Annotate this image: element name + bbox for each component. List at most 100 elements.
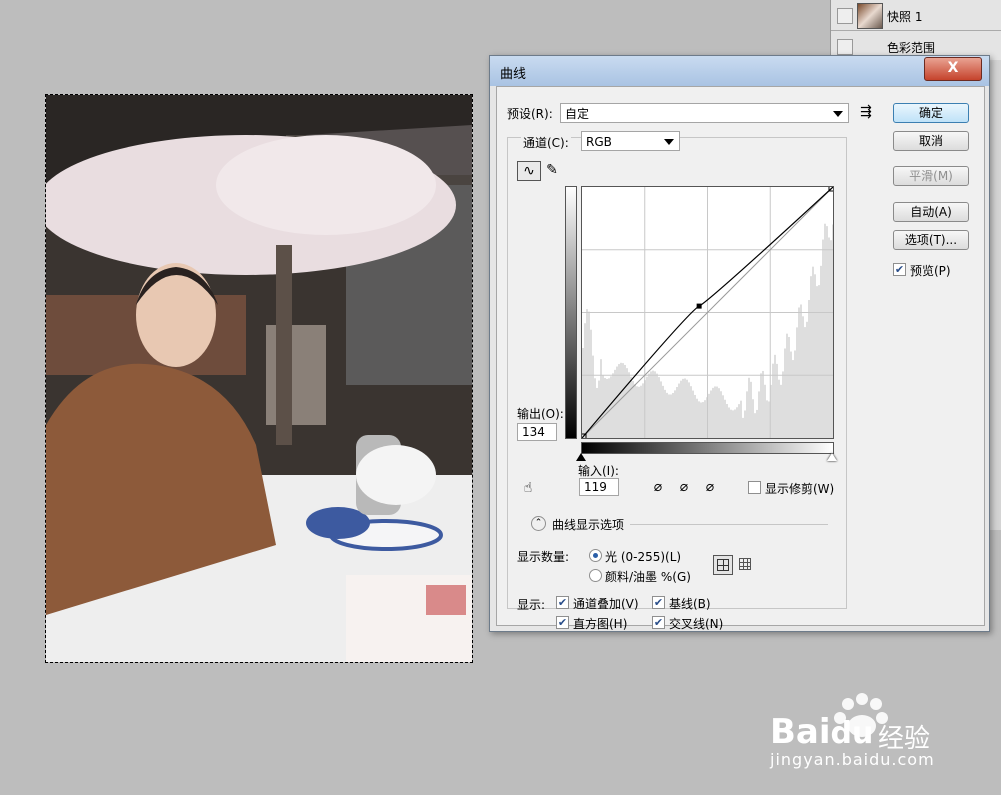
histogram-bar (608, 378, 610, 438)
black-eyedropper-icon[interactable]: ⌀ (647, 478, 669, 496)
histogram-bar (586, 309, 588, 438)
histogram-bar (768, 401, 770, 438)
preset-options-icon[interactable]: ⇶ (855, 103, 877, 121)
grid-detailed-icon[interactable] (739, 558, 751, 570)
visibility-toggle[interactable] (837, 8, 853, 24)
histogram-bar (816, 286, 818, 438)
show-label: 显示: (517, 598, 546, 612)
histogram-bar (710, 390, 712, 438)
histogram-bar (692, 390, 694, 438)
dialog-titlebar[interactable]: 曲线 X (490, 56, 989, 86)
histogram-bar (696, 398, 698, 438)
radio-pigment[interactable] (589, 569, 602, 582)
smooth-button[interactable]: 平滑(M) (893, 166, 969, 186)
histogram-bar (640, 385, 642, 438)
histogram-bar (774, 354, 776, 438)
output-field[interactable]: 134 (517, 423, 557, 441)
preset-value: 自定 (565, 107, 590, 121)
options-button[interactable]: 选项(T)... (893, 230, 969, 250)
curve-point-tool-icon[interactable]: ∿ (517, 161, 541, 181)
curve-options-label: 曲线显示选项 (552, 518, 625, 532)
histogram-bar (820, 265, 822, 438)
histogram-bar (708, 393, 710, 438)
cancel-button[interactable]: 取消 (893, 131, 969, 151)
channel-select[interactable]: RGB (581, 131, 680, 151)
histogram-bar (650, 371, 652, 438)
histogram-bar (712, 387, 714, 438)
input-field[interactable]: 119 (579, 478, 619, 496)
histogram-bar (806, 321, 808, 438)
histogram-bar (584, 323, 586, 438)
histogram-bar (802, 316, 804, 438)
layer-name: 快照 1 (887, 10, 923, 24)
gray-eyedropper-icon[interactable]: ⌀ (673, 478, 695, 496)
preview-checkbox[interactable]: ✔ (893, 263, 906, 276)
collapse-toggle-icon[interactable]: ⌃ (531, 516, 546, 531)
histogram-bar (716, 386, 718, 438)
histogram-bar (752, 399, 754, 438)
channel-label: 通道(C): (521, 134, 571, 151)
hand-adjust-icon[interactable]: ☝ (517, 479, 539, 497)
radio-light[interactable] (589, 549, 602, 562)
channel-overlay-label: 通道叠加(V) (573, 597, 639, 611)
black-point-slider[interactable] (576, 453, 586, 461)
grid-simple-icon[interactable] (713, 555, 733, 575)
histogram-bar (788, 336, 790, 438)
histogram-bar (590, 329, 592, 438)
curve-control-point[interactable] (696, 303, 702, 309)
histogram-bar (722, 395, 724, 438)
layer-name: 色彩范围 (887, 41, 936, 55)
intersection-checkbox[interactable]: ✔ (652, 616, 665, 629)
histogram-bar (714, 386, 716, 438)
histogram-bar (654, 371, 656, 438)
histogram-bar (704, 400, 706, 438)
histogram-bar (764, 384, 766, 438)
histogram-bar (598, 380, 600, 438)
white-eyedropper-icon[interactable]: ⌀ (699, 478, 721, 496)
histogram-bar (812, 266, 814, 438)
channel-overlay-checkbox[interactable]: ✔ (556, 596, 569, 609)
chevron-down-icon (664, 139, 674, 145)
histogram-bar (778, 379, 780, 438)
auto-button[interactable]: 自动(A) (893, 202, 969, 222)
histogram-bar (760, 373, 762, 438)
show-clipping-checkbox[interactable] (748, 481, 761, 494)
histogram-bar (786, 333, 788, 438)
preset-select[interactable]: 自定 (560, 103, 849, 123)
histogram-bar (822, 239, 824, 438)
chevron-down-icon (833, 111, 843, 117)
white-point-slider[interactable] (827, 453, 837, 461)
curves-dialog: 曲线 X 预设(R): 自定 ⇶ 通道(C): RGB ∿ ✎ 输出(O): 1… (489, 55, 990, 632)
histogram-bar (700, 402, 702, 438)
histogram-bar (832, 224, 834, 438)
histogram-bar (702, 402, 704, 438)
visibility-toggle[interactable] (837, 39, 853, 55)
close-button[interactable]: X (924, 57, 982, 81)
ok-button[interactable]: 确定 (893, 103, 969, 123)
histogram-bar (680, 380, 682, 438)
pencil-icon[interactable]: ✎ (541, 161, 563, 179)
histogram-bar (672, 393, 674, 438)
histogram-bar (742, 417, 744, 438)
histogram-bar (674, 390, 676, 438)
intersection-label: 交叉线(N) (669, 617, 724, 631)
histogram-bar (818, 285, 820, 438)
histogram-bar (736, 407, 738, 438)
histogram-bar (652, 370, 654, 438)
histogram-bar (724, 399, 726, 438)
histogram-bar (622, 363, 624, 438)
histogram-bar (688, 382, 690, 438)
histogram-checkbox[interactable]: ✔ (556, 616, 569, 629)
layer-thumbnail (857, 3, 883, 29)
layer-row-snapshot[interactable]: 快照 1 (831, 0, 1001, 31)
histogram-bar (642, 383, 644, 438)
histogram-bar (676, 386, 678, 438)
histogram-bar (582, 348, 584, 438)
histogram-bar (810, 276, 812, 438)
baseline-checkbox[interactable]: ✔ (652, 596, 665, 609)
histogram-bar (746, 391, 748, 438)
curve-graph[interactable] (580, 185, 835, 440)
histogram-bar (830, 240, 832, 438)
document-image[interactable] (45, 94, 473, 663)
histogram-bar (744, 410, 746, 438)
